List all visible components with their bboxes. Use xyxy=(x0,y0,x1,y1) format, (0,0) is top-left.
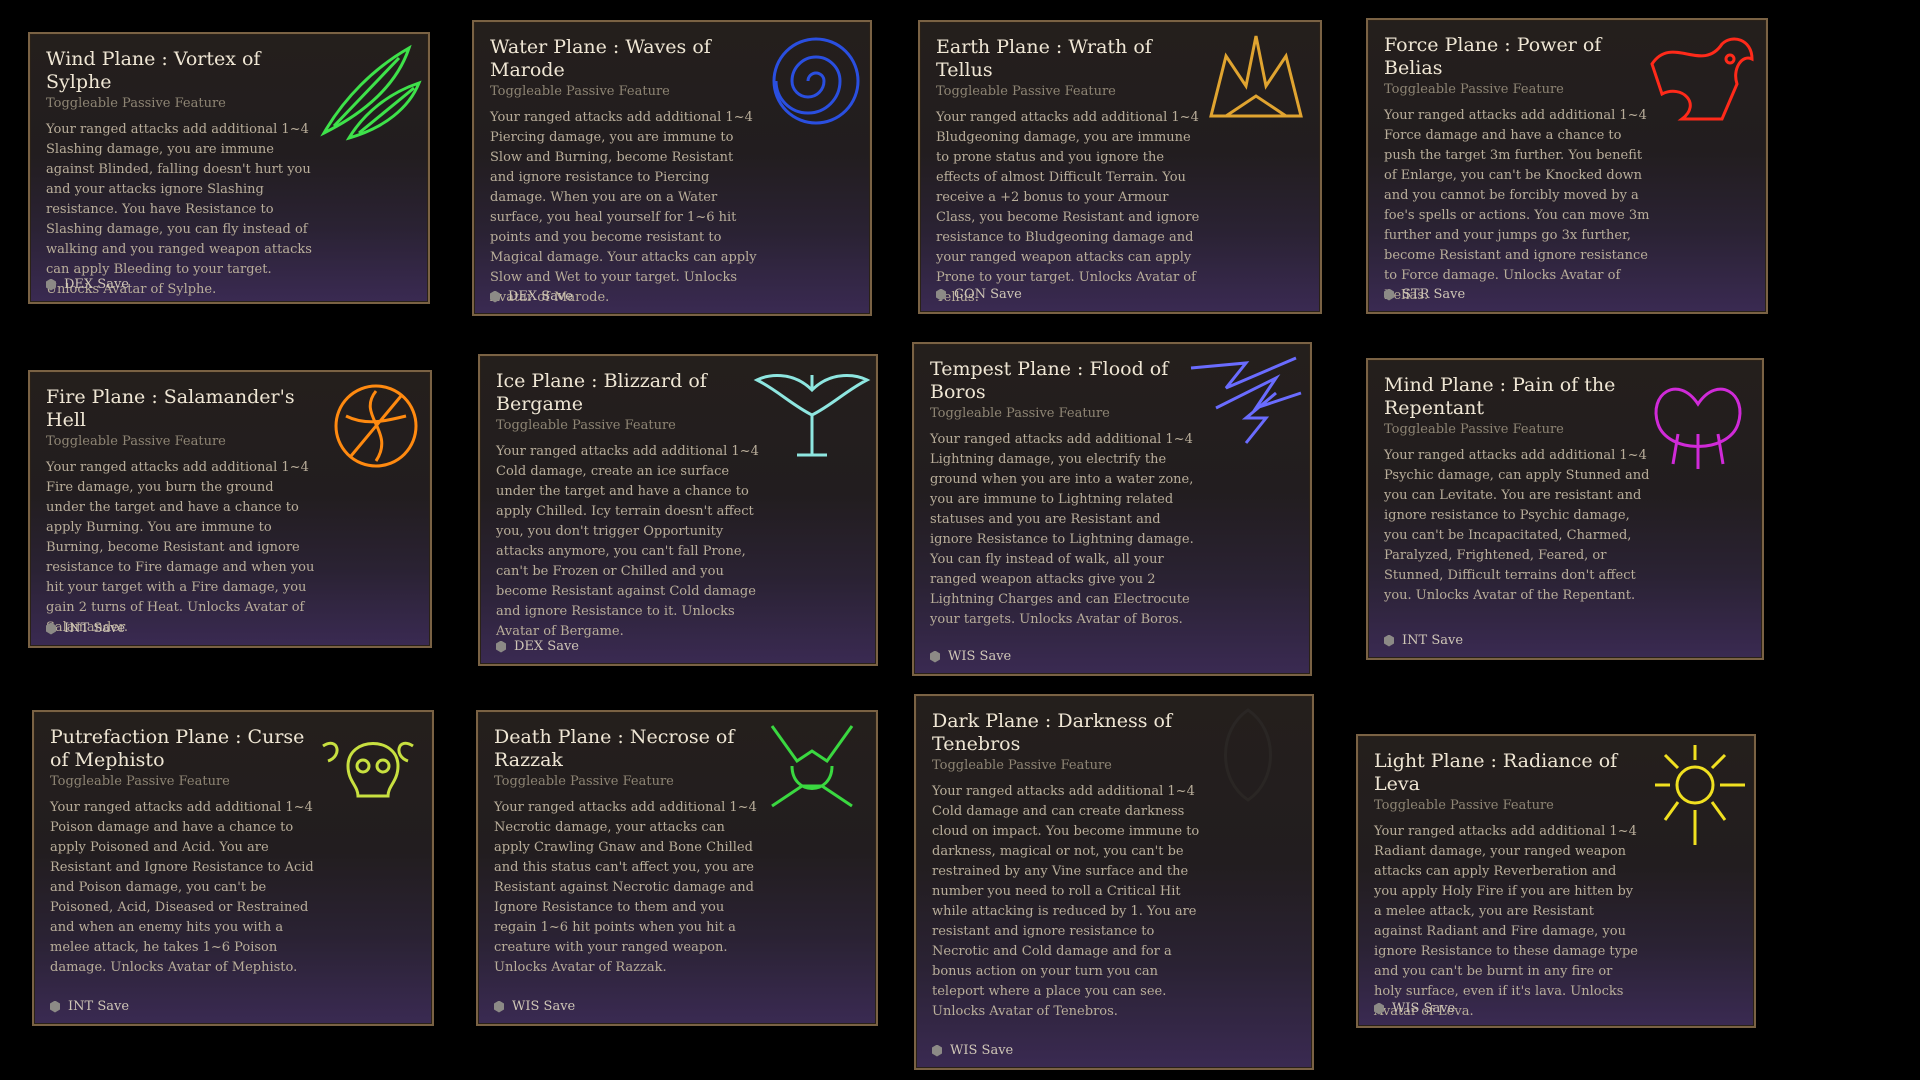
saving-throw: STR Save xyxy=(1384,287,1465,302)
card-description: Your ranged attacks add additional 1~4 P… xyxy=(50,800,314,975)
saving-throw: WIS Save xyxy=(932,1043,1013,1058)
saving-throw: INT Save xyxy=(1384,633,1463,648)
card-title: Dark Plane : Darkness of Tenebros xyxy=(932,710,1172,755)
card-description: Your ranged attacks add additional 1~4 S… xyxy=(46,122,312,297)
save-label: WIS Save xyxy=(948,649,1012,664)
force-plane-card[interactable]: Force Plane : Power of Belias Toggleable… xyxy=(1366,18,1768,314)
saving-throw: DEX Save xyxy=(490,289,573,304)
card-title: Force Plane : Power of Belias xyxy=(1384,34,1602,79)
card-description: Your ranged attacks add additional 1~4 C… xyxy=(932,784,1200,1019)
card-description: Your ranged attacks add additional 1~4 L… xyxy=(930,432,1194,627)
saving-throw: DEX Save xyxy=(46,277,129,292)
d20-icon xyxy=(494,1000,504,1013)
card-description: Your ranged attacks add additional 1~4 P… xyxy=(1384,448,1650,603)
card-subtitle: Toggleable Passive Feature xyxy=(496,418,676,433)
saving-throw: INT Save xyxy=(46,621,125,636)
card-subtitle: Toggleable Passive Feature xyxy=(50,774,230,789)
saving-throw: INT Save xyxy=(50,999,129,1014)
dark-plane-card[interactable]: Dark Plane : Darkness of Tenebros Toggle… xyxy=(914,694,1314,1070)
save-label: INT Save xyxy=(1402,633,1464,648)
d20-icon xyxy=(46,622,56,635)
light-plane-card[interactable]: Light Plane : Radiance of Leva Toggleabl… xyxy=(1356,734,1756,1028)
saving-throw: WIS Save xyxy=(1374,1001,1455,1016)
d20-icon xyxy=(936,288,946,301)
mind-plane-card[interactable]: Mind Plane : Pain of the Repentant Toggl… xyxy=(1366,358,1764,660)
card-subtitle: Toggleable Passive Feature xyxy=(1374,798,1554,813)
card-title: Fire Plane : Salamander's Hell xyxy=(46,386,295,431)
card-description: Your ranged attacks add additional 1~4 P… xyxy=(490,110,757,305)
save-label: CON Save xyxy=(954,287,1022,302)
card-subtitle: Toggleable Passive Feature xyxy=(936,84,1116,99)
card-subtitle: Toggleable Passive Feature xyxy=(1384,422,1564,437)
card-description: Your ranged attacks add additional 1~4 F… xyxy=(1384,108,1650,303)
save-label: INT Save xyxy=(64,621,126,636)
card-title: Water Plane : Waves of Marode xyxy=(490,36,711,81)
card-description: Your ranged attacks add additional 1~4 F… xyxy=(46,460,315,635)
tempest-plane-card[interactable]: Tempest Plane : Flood of Boros Toggleabl… xyxy=(912,342,1312,676)
wind-plane-card[interactable]: Wind Plane : Vortex of Sylphe Toggleable… xyxy=(28,32,430,304)
save-label: DEX Save xyxy=(508,289,573,304)
card-title: Tempest Plane : Flood of Boros xyxy=(930,358,1169,403)
d20-icon xyxy=(496,640,506,653)
card-subtitle: Toggleable Passive Feature xyxy=(932,758,1112,773)
card-subtitle: Toggleable Passive Feature xyxy=(490,84,670,99)
water-plane-card[interactable]: Water Plane : Waves of Marode Toggleable… xyxy=(472,20,872,316)
saving-throw: WIS Save xyxy=(930,649,1011,664)
d20-icon xyxy=(1384,634,1394,647)
d20-icon xyxy=(1384,288,1394,301)
card-title: Earth Plane : Wrath of Tellus xyxy=(936,36,1152,81)
card-title: Mind Plane : Pain of the Repentant xyxy=(1384,374,1616,419)
ice-plane-card[interactable]: Ice Plane : Blizzard of Bergame Toggleab… xyxy=(478,354,878,666)
fire-plane-card[interactable]: Fire Plane : Salamander's Hell Toggleabl… xyxy=(28,370,432,648)
card-title: Light Plane : Radiance of Leva xyxy=(1374,750,1618,795)
save-label: INT Save xyxy=(68,999,130,1014)
card-description: Your ranged attacks add additional 1~4 C… xyxy=(496,444,759,639)
card-subtitle: Toggleable Passive Feature xyxy=(1384,82,1564,97)
card-subtitle: Toggleable Passive Feature xyxy=(494,774,674,789)
saving-throw: DEX Save xyxy=(496,639,579,654)
d20-icon xyxy=(490,290,500,303)
saving-throw: CON Save xyxy=(936,287,1022,302)
d20-icon xyxy=(932,1044,942,1057)
card-title: Putrefaction Plane : Curse of Mephisto xyxy=(50,726,305,771)
save-label: WIS Save xyxy=(950,1043,1014,1058)
save-label: STR Save xyxy=(1402,287,1466,302)
earth-plane-card[interactable]: Earth Plane : Wrath of Tellus Toggleable… xyxy=(918,20,1322,314)
card-description: Your ranged attacks add additional 1~4 R… xyxy=(1374,824,1639,1019)
d20-icon xyxy=(50,1000,60,1013)
d20-icon xyxy=(930,650,940,663)
card-subtitle: Toggleable Passive Feature xyxy=(46,434,226,449)
card-title: Death Plane : Necrose of Razzak xyxy=(494,726,735,771)
card-description: Your ranged attacks add additional 1~4 N… xyxy=(494,800,757,975)
card-description: Your ranged attacks add additional 1~4 B… xyxy=(936,110,1200,305)
card-subtitle: Toggleable Passive Feature xyxy=(930,406,1110,421)
save-label: DEX Save xyxy=(64,277,129,292)
card-title: Ice Plane : Blizzard of Bergame xyxy=(496,370,707,415)
d20-icon xyxy=(1374,1002,1384,1015)
save-label: WIS Save xyxy=(512,999,576,1014)
save-label: DEX Save xyxy=(514,639,579,654)
save-label: WIS Save xyxy=(1392,1001,1456,1016)
putrefaction-plane-card[interactable]: Putrefaction Plane : Curse of Mephisto T… xyxy=(32,710,434,1026)
saving-throw: WIS Save xyxy=(494,999,575,1014)
d20-icon xyxy=(46,278,56,291)
death-plane-card[interactable]: Death Plane : Necrose of Razzak Toggleab… xyxy=(476,710,878,1026)
card-title: Wind Plane : Vortex of Sylphe xyxy=(46,48,261,93)
card-subtitle: Toggleable Passive Feature xyxy=(46,96,226,111)
